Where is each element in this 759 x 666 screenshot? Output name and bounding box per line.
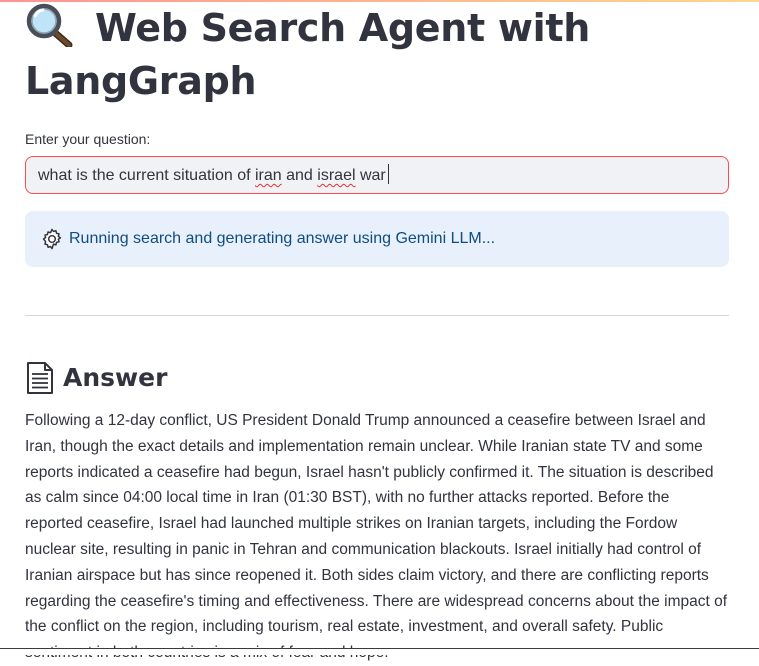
page-title-text: Web Search Agent with LangGraph bbox=[25, 6, 590, 103]
page-title: Web Search Agent with LangGraph bbox=[25, 0, 729, 108]
main-content: Web Search Agent with LangGraph Enter yo… bbox=[25, 0, 729, 666]
question-input-value: what is the current situation of iran an… bbox=[38, 167, 386, 184]
horizontal-divider bbox=[25, 315, 729, 316]
document-icon bbox=[25, 361, 55, 395]
answer-heading: Answer bbox=[63, 363, 168, 392]
status-text: Running search and generating answer usi… bbox=[69, 230, 496, 247]
status-info-box: Running search and generating answer usi… bbox=[25, 211, 729, 267]
answer-text: Following a 12-day conflict, US Presiden… bbox=[25, 412, 728, 661]
answer-header: Answer bbox=[25, 360, 729, 396]
question-input[interactable]: what is the current situation of iran an… bbox=[25, 156, 729, 194]
gear-icon bbox=[41, 228, 63, 250]
misspelled-word: israel bbox=[317, 167, 356, 184]
magnifying-glass-icon bbox=[25, 3, 81, 49]
misspelled-word: iran bbox=[255, 167, 282, 184]
text-caret bbox=[387, 164, 389, 184]
question-label: Enter your question: bbox=[25, 131, 151, 147]
